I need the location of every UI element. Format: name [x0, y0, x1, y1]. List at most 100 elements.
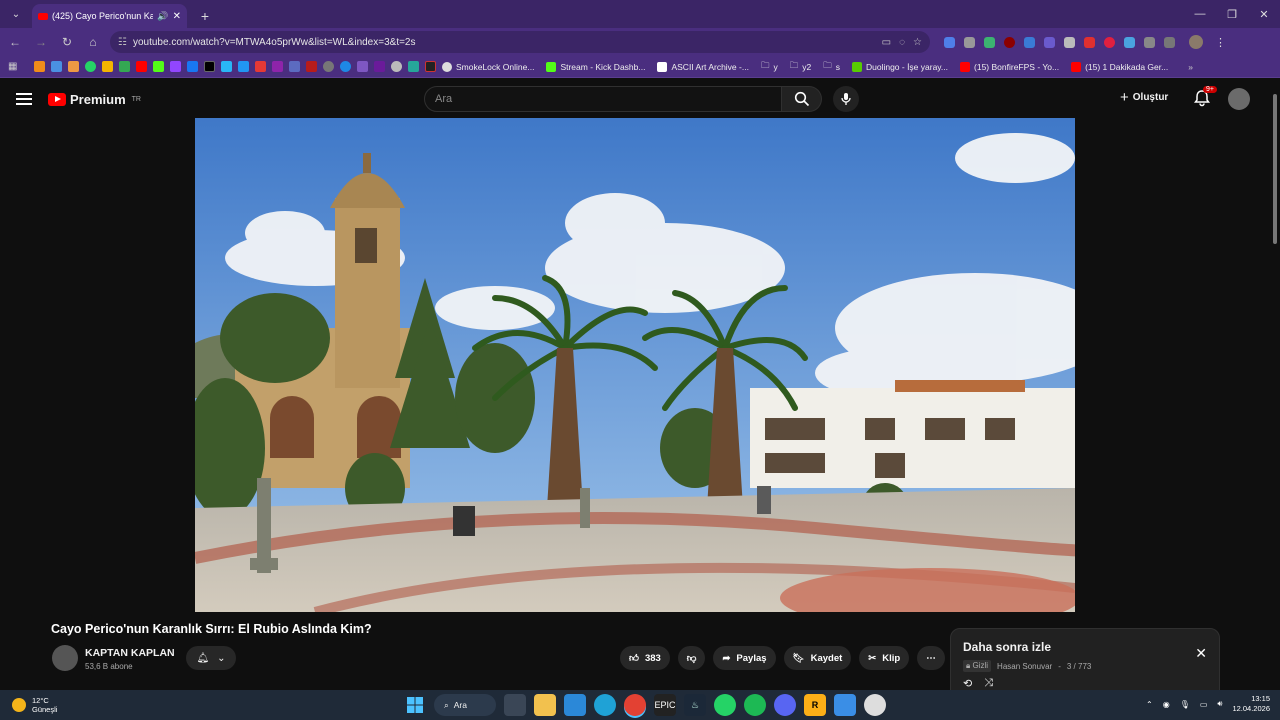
- microphone-icon[interactable]: 🎙︎: [1180, 700, 1190, 709]
- kick-bookmark-icon[interactable]: [153, 61, 164, 72]
- opera-extension-icon[interactable]: [1104, 36, 1115, 48]
- bookmark-terminal-icon[interactable]: [425, 61, 436, 72]
- edge-icon[interactable]: [594, 694, 616, 716]
- rockstar-icon[interactable]: R: [804, 694, 826, 716]
- video-player[interactable]: [195, 118, 1075, 612]
- forward-button[interactable]: →: [30, 31, 52, 53]
- taskbar-search[interactable]: ⌕ Ara: [434, 694, 496, 716]
- youtube-bookmark-icon[interactable]: [136, 61, 147, 72]
- clock[interactable]: 13:15 12.04.2026: [1232, 694, 1270, 714]
- save-button[interactable]: 🔖︎ Kaydet: [783, 646, 852, 670]
- github-icon[interactable]: [864, 694, 886, 716]
- reload-button[interactable]: ↻: [56, 31, 78, 53]
- photos-icon[interactable]: [834, 694, 856, 716]
- ublock-extension-icon[interactable]: [1004, 36, 1015, 48]
- channel-avatar[interactable]: [52, 645, 78, 671]
- whatsapp-icon[interactable]: [714, 694, 736, 716]
- twitch-bookmark-icon[interactable]: [170, 61, 181, 72]
- account-avatar[interactable]: [1228, 88, 1250, 110]
- bookmark-yellow-icon[interactable]: [102, 61, 113, 72]
- bookmark-chat-icon[interactable]: [357, 61, 368, 72]
- search-input[interactable]: Ara: [424, 86, 782, 112]
- bookmark-1-dakikada[interactable]: (15) 1 Dakikada Ger...: [1071, 61, 1168, 72]
- blue-extension-icon[interactable]: [1024, 36, 1035, 48]
- play-extension-icon[interactable]: [1044, 36, 1055, 48]
- chrome-icon[interactable]: [624, 694, 646, 716]
- shield-extension-icon[interactable]: [964, 36, 975, 48]
- task-view-icon[interactable]: [504, 694, 526, 716]
- subscription-button[interactable]: 🔔︎ ⌄: [186, 646, 236, 670]
- search-button[interactable]: [782, 86, 822, 112]
- dislike-button[interactable]: 👎︎: [677, 646, 706, 670]
- apps-grid-icon[interactable]: ▦: [8, 61, 20, 73]
- page-scrollbar[interactable]: [1270, 80, 1280, 690]
- display-icon[interactable]: ▭: [1200, 700, 1208, 709]
- tab-close-icon[interactable]: ✕: [173, 11, 181, 22]
- bookmark-play-icon[interactable]: [340, 61, 351, 72]
- bookmark-instagram-icon[interactable]: [391, 61, 402, 72]
- back-button[interactable]: ←: [4, 31, 26, 53]
- profile-avatar[interactable]: [1189, 35, 1203, 49]
- start-button[interactable]: [404, 694, 426, 716]
- shuffle-icon[interactable]: ⤨: [984, 677, 993, 690]
- spotify-icon[interactable]: [744, 694, 766, 716]
- bookmark-orange-icon[interactable]: [34, 61, 45, 72]
- bookmark-purple-icon[interactable]: [272, 61, 283, 72]
- discord-icon[interactable]: [774, 694, 796, 716]
- more-actions-button[interactable]: ⋯: [917, 646, 945, 670]
- whatsapp-bookmark-icon[interactable]: [85, 61, 96, 72]
- voice-search-button[interactable]: [833, 86, 859, 112]
- speaker-icon[interactable]: 🔊: [157, 11, 168, 22]
- site-info-icon[interactable]: ☷: [118, 37, 127, 48]
- channel-name[interactable]: KAPTAN KAPLAN: [85, 647, 175, 659]
- weather-widget[interactable]: 12°C Güneşli: [12, 696, 57, 714]
- address-bar[interactable]: ☷ youtube.com/watch?v=MTWA4o5prWw&list=W…: [110, 31, 930, 53]
- browser-tab[interactable]: (425) Cayo Perico'nun Karanl 🔊 ✕: [32, 4, 187, 28]
- restore-button[interactable]: ❐: [1216, 0, 1248, 28]
- bookmark-blue-icon[interactable]: [51, 61, 62, 72]
- home-button[interactable]: ⌂: [82, 31, 104, 53]
- app-tray-icon[interactable]: ◉: [1163, 700, 1170, 709]
- scrollbar-thumb[interactable]: [1273, 94, 1277, 244]
- facebook-bookmark-icon[interactable]: [187, 61, 198, 72]
- tab-search-icon[interactable]: ⌄: [4, 2, 28, 26]
- reading-list-icon[interactable]: [1164, 36, 1175, 48]
- bookmark-darkred-icon[interactable]: [306, 61, 317, 72]
- bookmark-check-icon[interactable]: [238, 61, 249, 72]
- green-extension-icon[interactable]: [984, 36, 995, 48]
- new-tab-button[interactable]: +: [193, 4, 217, 28]
- bookmark-kick-dashboard[interactable]: Stream - Kick Dashb...: [546, 61, 645, 72]
- bookmark-bonfirefps[interactable]: (15) BonfireFPS - Yo...: [960, 61, 1059, 72]
- bookmark-star-icon[interactable]: ☆: [913, 37, 922, 48]
- bookmark-teal-icon[interactable]: [221, 61, 232, 72]
- x-bookmark-icon[interactable]: [204, 61, 215, 72]
- puzzle-extensions-icon[interactable]: [1144, 36, 1155, 48]
- bookmark-folder-y2[interactable]: 🗀 y2: [790, 60, 812, 74]
- bookmark-star-icon[interactable]: [408, 61, 419, 72]
- loop-icon[interactable]: ⟲: [963, 677, 972, 690]
- bookmark-folder-s[interactable]: 🗀 s: [823, 60, 840, 74]
- tracking-protection-icon[interactable]: ◌: [899, 37, 905, 48]
- bookmark-smokelock[interactable]: SmokeLock Online...: [442, 61, 534, 72]
- close-icon[interactable]: ✕: [1195, 645, 1207, 662]
- hamburger-menu-icon[interactable]: [16, 93, 32, 105]
- like-button[interactable]: 👍︎ 383: [620, 646, 670, 670]
- playlist-title[interactable]: Daha sonra izle: [963, 640, 1051, 654]
- bookmark-wave-icon[interactable]: [289, 61, 300, 72]
- more-bookmarks-icon[interactable]: »: [1188, 62, 1193, 72]
- red-extension-icon[interactable]: [1084, 36, 1095, 48]
- youtube-logo[interactable]: Premium TR: [48, 92, 141, 107]
- volume-icon[interactable]: 🔊︎: [1217, 699, 1222, 709]
- minimize-button[interactable]: —: [1184, 0, 1216, 28]
- bookmark-red-icon[interactable]: [255, 61, 266, 72]
- share-button[interactable]: ➦ Paylaş: [713, 646, 776, 670]
- chevron-up-icon[interactable]: ⌃: [1146, 700, 1153, 709]
- menu-kebab-icon[interactable]: ⋮: [1215, 36, 1226, 49]
- translate-extension-icon[interactable]: [944, 36, 955, 48]
- clip-button[interactable]: ✂ Klip: [859, 646, 910, 670]
- create-button[interactable]: + Oluştur: [1120, 89, 1168, 106]
- file-explorer-icon[interactable]: [534, 694, 556, 716]
- playlist-owner[interactable]: Hasan Sonuvar: [997, 662, 1052, 671]
- epic-games-icon[interactable]: EPIC: [654, 694, 676, 716]
- store-icon[interactable]: [564, 694, 586, 716]
